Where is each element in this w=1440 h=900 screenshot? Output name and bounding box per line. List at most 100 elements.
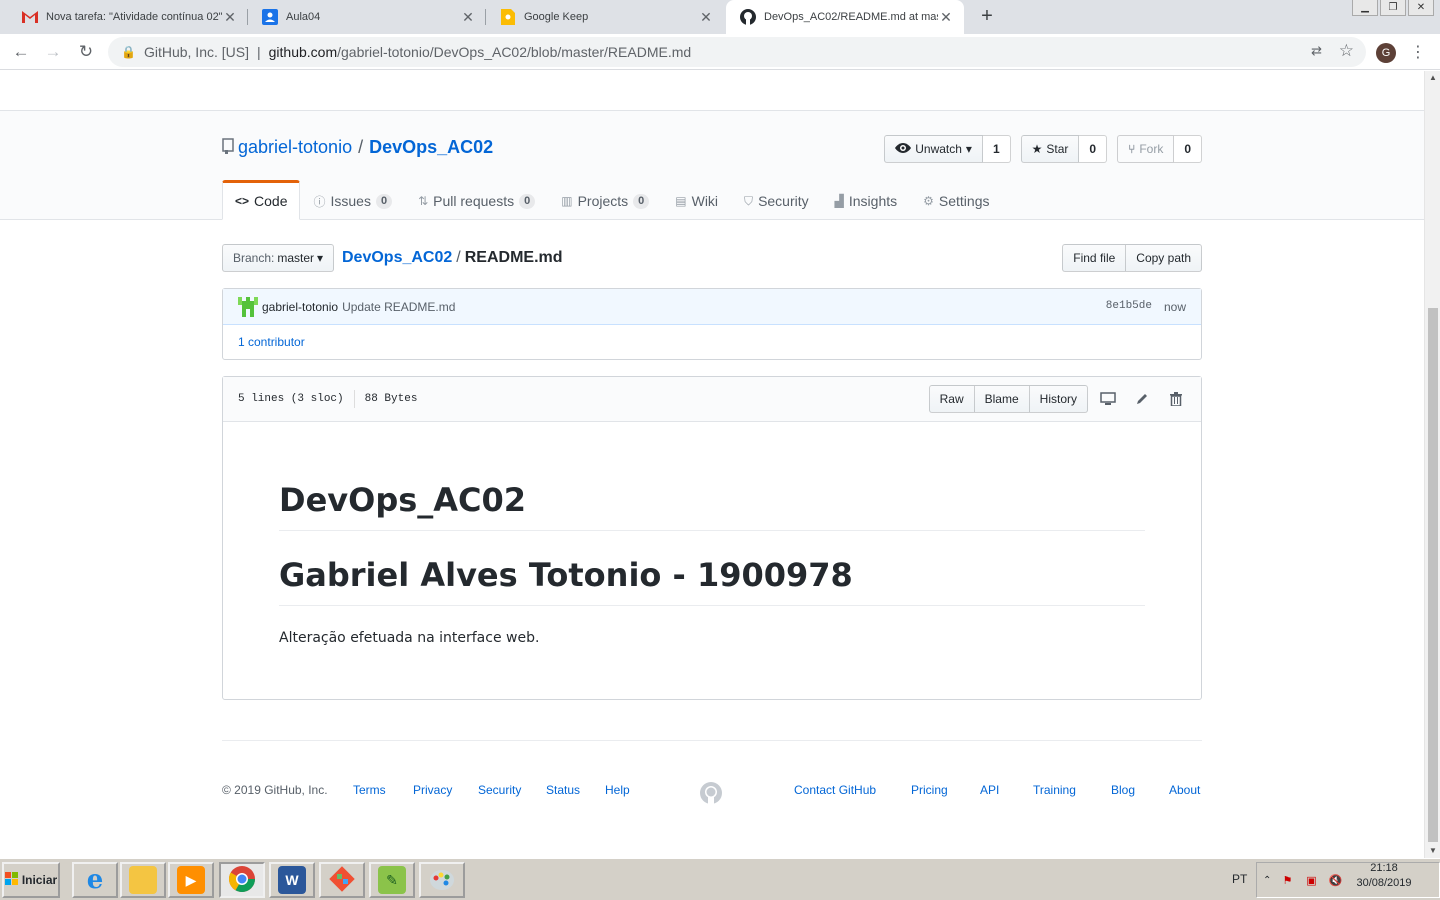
tab-title: Nova tarefa: "Atividade contínua 02" (46, 11, 222, 23)
star-count[interactable]: 0 (1079, 135, 1108, 163)
file-actions: Raw Blame History (928, 385, 1186, 413)
new-tab-button[interactable]: + (976, 6, 998, 28)
footer-link-blog[interactable]: Blog (1111, 783, 1135, 797)
tab-title: Aula04 (286, 11, 321, 23)
footer-link-help[interactable]: Help (605, 783, 630, 797)
tab-code[interactable]: <> Code (222, 180, 301, 220)
file-viewer: 5 lines (3 sloc) 88 Bytes Raw Blame Hist… (222, 376, 1202, 700)
commit-message[interactable]: Update README.md (342, 300, 455, 314)
minimize-button[interactable]: ▁ (1352, 0, 1378, 16)
scrollbar-thumb[interactable] (1428, 308, 1438, 842)
scroll-down-icon[interactable]: ▼ (1425, 844, 1440, 858)
taskbar-file-explorer[interactable] (120, 862, 166, 898)
browser-tab-bar: Nova tarefa: "Atividade contínua 02" ✕ A… (0, 0, 1440, 34)
footer-link-terms[interactable]: Terms (353, 783, 386, 797)
language-indicator[interactable]: PT (1232, 872, 1247, 886)
taskbar-notepad-plus-plus[interactable]: ✎ (369, 862, 415, 898)
reload-button[interactable]: ↻ (75, 41, 97, 63)
repo-nav: <> Code ⓘ Issues 0 ⇅ Pull requests 0 ▥ P… (222, 180, 1002, 220)
tab-wiki[interactable]: ▤ Wiki (662, 180, 731, 220)
close-icon[interactable]: ✕ (460, 9, 476, 26)
find-file-button[interactable]: Find file (1062, 244, 1127, 272)
star-button[interactable]: ★ Star (1020, 135, 1080, 163)
browser-tab-aula04[interactable]: Aula04 ✕ (248, 0, 486, 34)
breadcrumb-repo-link[interactable]: DevOps_AC02 (342, 249, 452, 266)
gmail-icon (22, 9, 38, 25)
browser-tab-gmail[interactable]: Nova tarefa: "Atividade contínua 02" ✕ (8, 0, 248, 34)
tab-security[interactable]: ⛉ Security (731, 180, 822, 220)
avatar[interactable] (238, 296, 258, 317)
repo-owner-link[interactable]: gabriel-totonio (238, 137, 352, 158)
action-center-icon[interactable]: ⚑ (1279, 872, 1295, 888)
chevron-up-icon[interactable]: ⌃ (1263, 875, 1271, 886)
blame-button[interactable]: Blame (973, 385, 1030, 413)
unwatch-button[interactable]: Unwatch ▾ (884, 135, 983, 163)
footer-link-security[interactable]: Security (478, 783, 521, 797)
tab-issues[interactable]: ⓘ Issues 0 (300, 180, 405, 220)
github-icon (740, 9, 756, 25)
menu-dots-icon[interactable]: ⋮ (1410, 42, 1426, 62)
footer-link-contact[interactable]: Contact GitHub (794, 783, 876, 797)
scroll-up-icon[interactable]: ▲ (1425, 71, 1440, 85)
window-controls: ▁ ❐ ✕ (1352, 0, 1434, 16)
address-bar[interactable]: 🔒 GitHub, Inc. [US] | github.com/gabriel… (108, 37, 1366, 67)
repo-name-link[interactable]: DevOps_AC02 (369, 137, 493, 158)
commit-sha[interactable]: 8e1b5de (1106, 300, 1152, 314)
watch-count[interactable]: 1 (982, 135, 1011, 163)
system-clock[interactable]: 21:18 30/08/2019 (1348, 861, 1420, 891)
lock-icon: 🔒 (121, 45, 136, 59)
fork-count[interactable]: 0 (1174, 135, 1202, 163)
taskbar-chrome[interactable] (219, 862, 265, 898)
tab-insights[interactable]: ▟ Insights (822, 180, 910, 220)
footer-link-status[interactable]: Status (546, 783, 580, 797)
copy-path-button[interactable]: Copy path (1126, 244, 1202, 272)
file-header: 5 lines (3 sloc) 88 Bytes Raw Blame Hist… (223, 377, 1201, 422)
start-button[interactable]: Iniciar (2, 862, 60, 898)
github-mark-icon[interactable] (699, 781, 723, 805)
profile-avatar[interactable]: G (1376, 43, 1396, 63)
window-close-button[interactable]: ✕ (1408, 0, 1434, 16)
browser-tab-github[interactable]: DevOps_AC02/README.md at master ✕ (726, 0, 964, 34)
maximize-button[interactable]: ❐ (1380, 0, 1406, 16)
bookmark-star-icon[interactable]: ☆ (1339, 41, 1354, 61)
browser-tab-keep[interactable]: Google Keep ✕ (486, 0, 724, 34)
page-scrollbar[interactable]: ▲ ▼ (1424, 71, 1440, 858)
tab-pull-requests[interactable]: ⇅ Pull requests 0 (405, 180, 548, 220)
branch-select-button[interactable]: Branch: master ▾ (222, 244, 335, 272)
taskbar-git[interactable] (319, 862, 365, 898)
close-icon[interactable]: ✕ (698, 9, 714, 26)
eye-icon (895, 142, 912, 157)
footer-link-about[interactable]: About (1169, 783, 1200, 797)
raw-button[interactable]: Raw (928, 385, 975, 413)
fork-button[interactable]: ⑂ Fork (1117, 135, 1175, 163)
clock-date: 30/08/2019 (1356, 877, 1412, 889)
graph-icon: ▟ (834, 194, 844, 208)
tab-projects[interactable]: ▥ Projects 0 (548, 180, 662, 220)
trash-icon[interactable] (1166, 389, 1186, 409)
desktop-icon[interactable] (1098, 389, 1118, 409)
footer-link-api[interactable]: API (980, 783, 999, 797)
taskbar-internet-explorer[interactable]: e (72, 862, 118, 898)
close-icon[interactable]: ✕ (938, 9, 954, 26)
pencil-icon[interactable] (1132, 389, 1152, 409)
commit-author[interactable]: gabriel-totonio (262, 300, 338, 314)
contributors-link[interactable]: 1 contributor (238, 335, 305, 349)
breadcrumb-file: README.md (464, 249, 563, 266)
footer-link-privacy[interactable]: Privacy (413, 783, 452, 797)
caret-down-icon: ▾ (965, 142, 972, 156)
forward-button[interactable]: → (42, 41, 64, 63)
taskbar-paint[interactable] (419, 862, 465, 898)
readme-paragraph: Alteração efetuada na interface web. (279, 630, 540, 646)
footer-link-pricing[interactable]: Pricing (911, 783, 948, 797)
footer-link-training[interactable]: Training (1033, 783, 1076, 797)
history-button[interactable]: History (1028, 385, 1088, 413)
network-icon[interactable]: ▣ (1303, 872, 1319, 888)
translate-icon[interactable]: ⇄ (1311, 43, 1322, 59)
taskbar-word[interactable]: W (269, 862, 315, 898)
tab-settings[interactable]: ⚙ Settings (910, 180, 1002, 220)
pull-request-icon: ⇅ (418, 194, 429, 208)
volume-muted-icon[interactable]: 🔇 (1327, 872, 1343, 888)
back-button[interactable]: ← (10, 41, 32, 63)
close-icon[interactable]: ✕ (222, 9, 238, 26)
taskbar-media-player[interactable]: ▶ (168, 862, 214, 898)
